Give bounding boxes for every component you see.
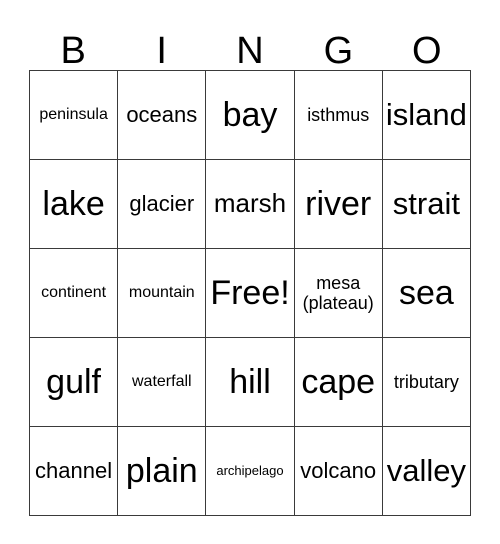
bingo-cell[interactable]: gulf [30, 338, 119, 427]
bingo-cell-label: continent [41, 284, 107, 302]
bingo-cell-label: peninsula [39, 106, 108, 124]
bingo-cell[interactable]: cape [294, 338, 383, 427]
header-letter: N [236, 30, 264, 72]
bingo-cell[interactable]: tributary [382, 338, 471, 427]
bingo-cell[interactable]: isthmus [294, 71, 383, 160]
bingo-cell-label: volcano [300, 457, 377, 483]
bingo-cell-label: channel [35, 457, 113, 483]
header-letter: G [323, 30, 354, 72]
bingo-cell-label: cape [301, 362, 376, 401]
bingo-cell-label: sea [398, 273, 454, 312]
bingo-cell-label: gulf [46, 362, 101, 401]
bingo-cell[interactable]: volcano [294, 427, 383, 516]
bingo-header-letter-o: O [383, 14, 471, 70]
bingo-header-letter-b: B [29, 14, 117, 70]
bingo-header-letter-g: G [294, 14, 382, 70]
bingo-card: B I N G O peninsula oceans bay isthmus islan… [0, 0, 500, 544]
bingo-cell-label: strait [392, 185, 460, 221]
bingo-cell-label: Free! [210, 273, 290, 312]
bingo-cell-label: plain [125, 451, 198, 490]
bingo-grid: peninsula oceans bay isthmus island lake glaci… [29, 70, 471, 516]
bingo-cell[interactable]: sea [382, 249, 471, 338]
bingo-cell[interactable]: plain [118, 427, 207, 516]
header-letter: O [412, 30, 442, 72]
bingo-cell-label: tributary [393, 371, 459, 392]
bingo-cell-label: mesa (plateau) [302, 272, 374, 313]
bingo-cell-label: waterfall [132, 373, 192, 391]
bingo-cell[interactable]: continent [30, 249, 119, 338]
bingo-cell[interactable]: island [382, 71, 471, 160]
bingo-cell[interactable]: hill [206, 338, 295, 427]
bingo-cell-label: lake [42, 184, 105, 223]
bingo-cell-label: island [385, 96, 467, 132]
bingo-cell-label: valley [386, 452, 467, 488]
bingo-cell-label: hill [229, 362, 271, 401]
bingo-cell-label: river [305, 184, 372, 223]
bingo-cell-label: oceans [126, 101, 198, 127]
bingo-header-letter-i: I [117, 14, 205, 70]
bingo-header-row: B I N G O [29, 14, 471, 70]
bingo-cell[interactable]: glacier [118, 160, 207, 249]
header-letter: B [60, 30, 86, 72]
bingo-cell[interactable]: bay [206, 71, 295, 160]
bingo-cell[interactable]: mesa (plateau) [294, 249, 383, 338]
bingo-cell[interactable]: lake [30, 160, 119, 249]
bingo-cell[interactable]: river [294, 160, 383, 249]
bingo-cell[interactable]: oceans [118, 71, 207, 160]
bingo-cell-label: bay [222, 95, 278, 134]
bingo-cell-label: mountain [128, 284, 195, 302]
bingo-cell[interactable]: valley [382, 427, 471, 516]
bingo-cell[interactable]: marsh [206, 160, 295, 249]
bingo-cell-label: marsh [213, 188, 287, 219]
bingo-cell-label: glacier [129, 190, 195, 216]
bingo-cell-label: isthmus [307, 104, 370, 125]
bingo-cell[interactable]: channel [30, 427, 119, 516]
bingo-header-letter-n: N [206, 14, 294, 70]
bingo-free-space[interactable]: Free! [206, 249, 295, 338]
bingo-cell[interactable]: strait [382, 160, 471, 249]
bingo-cell[interactable]: peninsula [30, 71, 119, 160]
header-letter: I [156, 30, 167, 72]
bingo-cell-label: archipelago [216, 462, 284, 478]
bingo-cell[interactable]: waterfall [118, 338, 207, 427]
bingo-cell[interactable]: mountain [118, 249, 207, 338]
bingo-cell[interactable]: archipelago [206, 427, 295, 516]
